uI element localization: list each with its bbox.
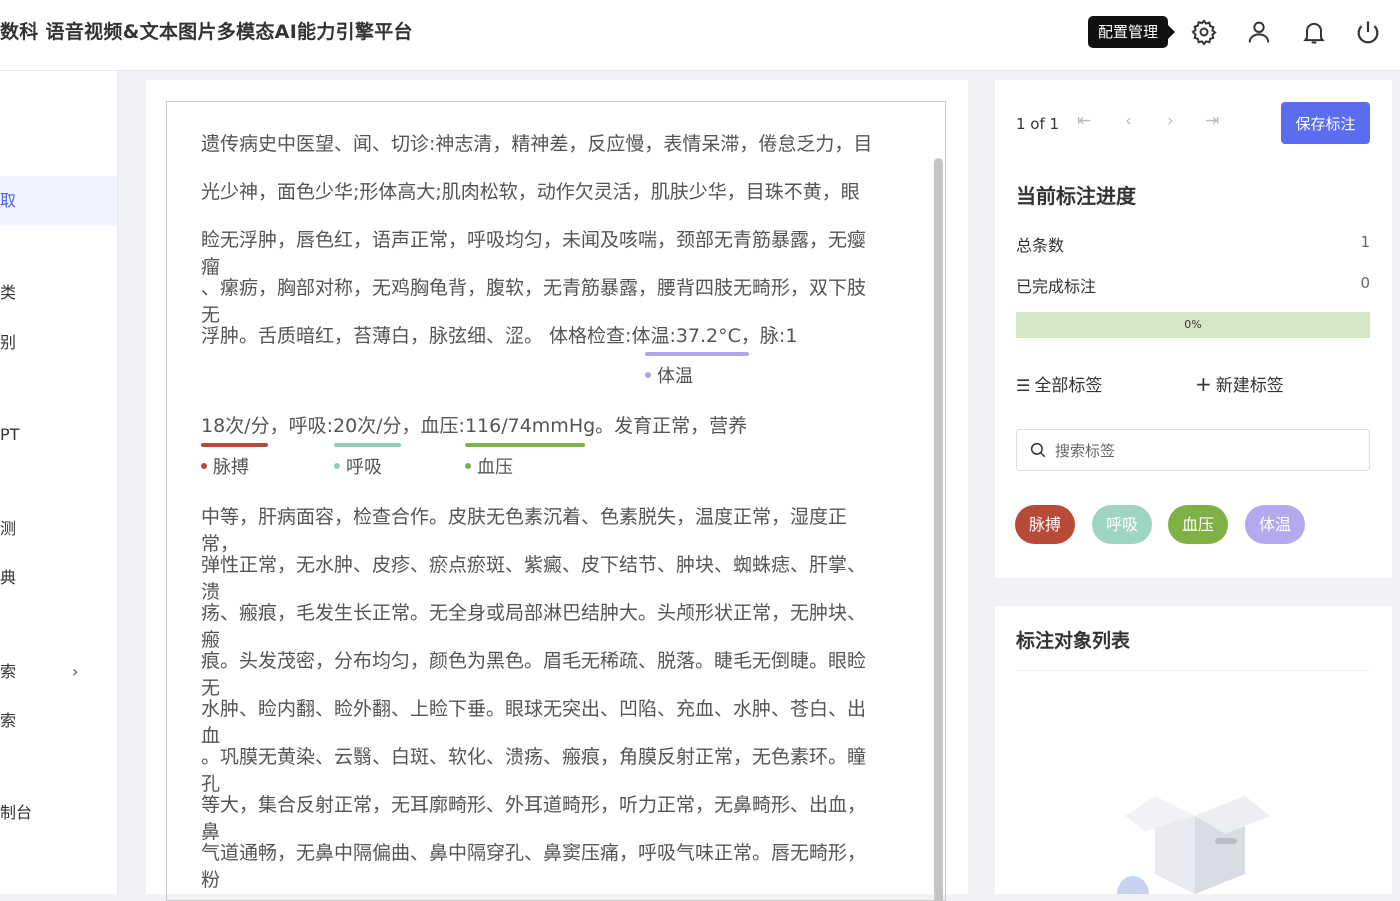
text-line: 气道通畅，无鼻中隔偏曲、鼻中隔穿孔、鼻窦压痛，呼吸气味正常。唇无畸形，: [201, 842, 867, 864]
underline-respiration[interactable]: [334, 443, 401, 447]
text-line: 水肿、睑内翻、睑外翻、上睑下垂。眼球无突出、凹陷、充血、水肿、苍白、出: [201, 698, 867, 720]
prev-page-icon[interactable]: ‹: [1125, 111, 1132, 131]
text-line: 遗传病史中医望、闻、切诊:神志清，精神差，反应慢，表情呆滞，倦怠乏力，目: [201, 133, 873, 155]
underline-pulse[interactable]: [201, 443, 268, 447]
tag-search-box[interactable]: [1016, 429, 1370, 471]
annotation-label-respiration[interactable]: 呼吸: [334, 457, 382, 479]
text-line: 疡、瘢痕，毛发生长正常。无全身或局部淋巴结肿大。头颅形状正常，无肿块、: [201, 602, 867, 624]
plus-icon: +: [1195, 372, 1212, 396]
chevron-right-icon: ›: [72, 662, 79, 681]
search-icon: [1029, 441, 1047, 463]
done-value: 0: [1360, 274, 1370, 292]
user-icon[interactable]: [1245, 18, 1273, 46]
first-page-icon[interactable]: ⇤: [1077, 111, 1091, 131]
object-list-title: 标注对象列表: [1016, 630, 1131, 652]
sidebar-item-6[interactable]: 索 ›: [0, 647, 117, 697]
gear-icon[interactable]: [1190, 18, 1218, 46]
annotation-object-list-panel: 标注对象列表: [995, 606, 1392, 894]
pager-text: 1 of 1: [1016, 115, 1060, 133]
underline-blood-pressure[interactable]: [465, 443, 585, 447]
dot-icon: [201, 463, 207, 469]
underline-temperature[interactable]: [645, 352, 749, 356]
tag-pill-pulse[interactable]: 脉搏: [1015, 505, 1075, 544]
new-tag-button[interactable]: + 新建标签: [1195, 371, 1284, 396]
sidebar-item-4[interactable]: 测: [0, 504, 117, 554]
dot-icon: [465, 463, 471, 469]
empty-box-illustration: [1115, 786, 1275, 894]
text-line: 粉: [201, 869, 221, 891]
scrollbar-thumb[interactable]: [934, 158, 943, 900]
progress-title: 当前标注进度: [1016, 184, 1136, 208]
sidebar-item-1[interactable]: 类: [0, 268, 117, 318]
next-page-icon[interactable]: ›: [1167, 111, 1174, 131]
bell-icon[interactable]: [1300, 18, 1328, 46]
total-label: 总条数: [1016, 236, 1065, 255]
sidebar-item-5[interactable]: 典: [0, 553, 117, 603]
save-annotation-button[interactable]: 保存标注: [1281, 102, 1370, 144]
total-value: 1: [1360, 233, 1370, 251]
text-line: 光少神，面色少华;形体高大;肌肉松软，动作欠灵活，肌肤少华，目珠不黄，眼: [201, 181, 860, 203]
app-title: 数科 语音视频&文本图片多模态AI能力引擎平台: [0, 21, 413, 43]
progress-text: 0%: [1184, 318, 1202, 331]
dot-icon: [645, 372, 651, 378]
annotation-label-pulse[interactable]: 脉搏: [201, 457, 249, 479]
text-line: 、瘰疬，胸部对称，无鸡胸龟背，腹软，无青筋暴露，腰背四肢无畸形，双下肢: [201, 277, 867, 299]
all-tags-tab[interactable]: ☰ 全部标签: [1016, 371, 1102, 396]
top-header: 数科 语音视频&文本图片多模态AI能力引擎平台 配置管理: [0, 0, 1400, 71]
list-icon: ☰: [1016, 376, 1031, 395]
tag-pill-blood-pressure[interactable]: 血压: [1168, 505, 1228, 544]
sidebar-item-8[interactable]: 制台: [0, 788, 117, 838]
text-line: 浮肿。舌质暗红，苔薄白，脉弦细、涩。 体格检查:体温:37.2°C，脉:1: [201, 325, 798, 347]
annotation-progress-panel: 1 of 1 ⇤ ‹ › ⇥ 保存标注 当前标注进度 总条数 1 已完成标注 0…: [995, 80, 1392, 578]
sidebar-item-3[interactable]: PT: [0, 410, 117, 460]
text-line: 痕。头发茂密，分布均匀，颜色为黑色。眉毛无稀疏、脱落。睫毛无倒睫。眼睑: [201, 650, 867, 672]
sidebar-item-0[interactable]: 取: [0, 176, 117, 226]
tag-pill-respiration[interactable]: 呼吸: [1092, 505, 1152, 544]
tag-pill-temperature[interactable]: 体温: [1245, 505, 1305, 544]
config-tooltip: 配置管理: [1088, 16, 1176, 48]
annotation-text-area[interactable]: 遗传病史中医望、闻、切诊:神志清，精神差，反应慢，表情呆滞，倦怠乏力，目 光少神…: [166, 101, 946, 901]
text-line: 睑无浮肿，唇色红，语声正常，呼吸均匀，未闻及咳喘，颈部无青筋暴露，无瘿: [201, 229, 867, 251]
dot-icon: [334, 463, 340, 469]
document-panel: 遗传病史中医望、闻、切诊:神志清，精神差，反应慢，表情呆滞，倦怠乏力，目 光少神…: [146, 80, 968, 901]
power-icon[interactable]: [1354, 18, 1382, 46]
annotation-label-temperature[interactable]: 体温: [645, 366, 693, 388]
tag-search-input[interactable]: [1053, 439, 1357, 463]
annotation-label-blood-pressure[interactable]: 血压: [465, 457, 513, 479]
sidebar-item-2[interactable]: 别: [0, 318, 117, 368]
text-line: 中等，肝病面容，检查合作。皮肤无色素沉着、色素脱失，温度正常，湿度正: [201, 506, 848, 528]
text-line: 。巩膜无黄染、云翳、白斑、软化、溃疡、瘢痕，角膜反射正常，无色素环。瞳: [201, 746, 867, 768]
last-page-icon[interactable]: ⇥: [1205, 111, 1219, 131]
text-line: 18次/分，呼吸:20次/分，血压:116/74mmHg。发育正常，营养: [201, 415, 748, 437]
sidebar-item-7[interactable]: 索: [0, 696, 117, 746]
done-label: 已完成标注: [1016, 277, 1097, 296]
divider: [1016, 670, 1370, 671]
sidebar: 取 类 别 PT 测 典 索 › 索 制台: [0, 71, 118, 894]
scrollbar[interactable]: [933, 108, 943, 900]
progress-bar: 0%: [1016, 312, 1370, 338]
text-line: 弹性正常，无水肿、皮疹、瘀点瘀斑、紫癜、皮下结节、肿块、蜘蛛痣、肝掌、: [201, 554, 867, 576]
text-line: 等大，集合反射正常，无耳廓畸形、外耳道畸形，听力正常，无鼻畸形、出血，: [201, 794, 867, 816]
